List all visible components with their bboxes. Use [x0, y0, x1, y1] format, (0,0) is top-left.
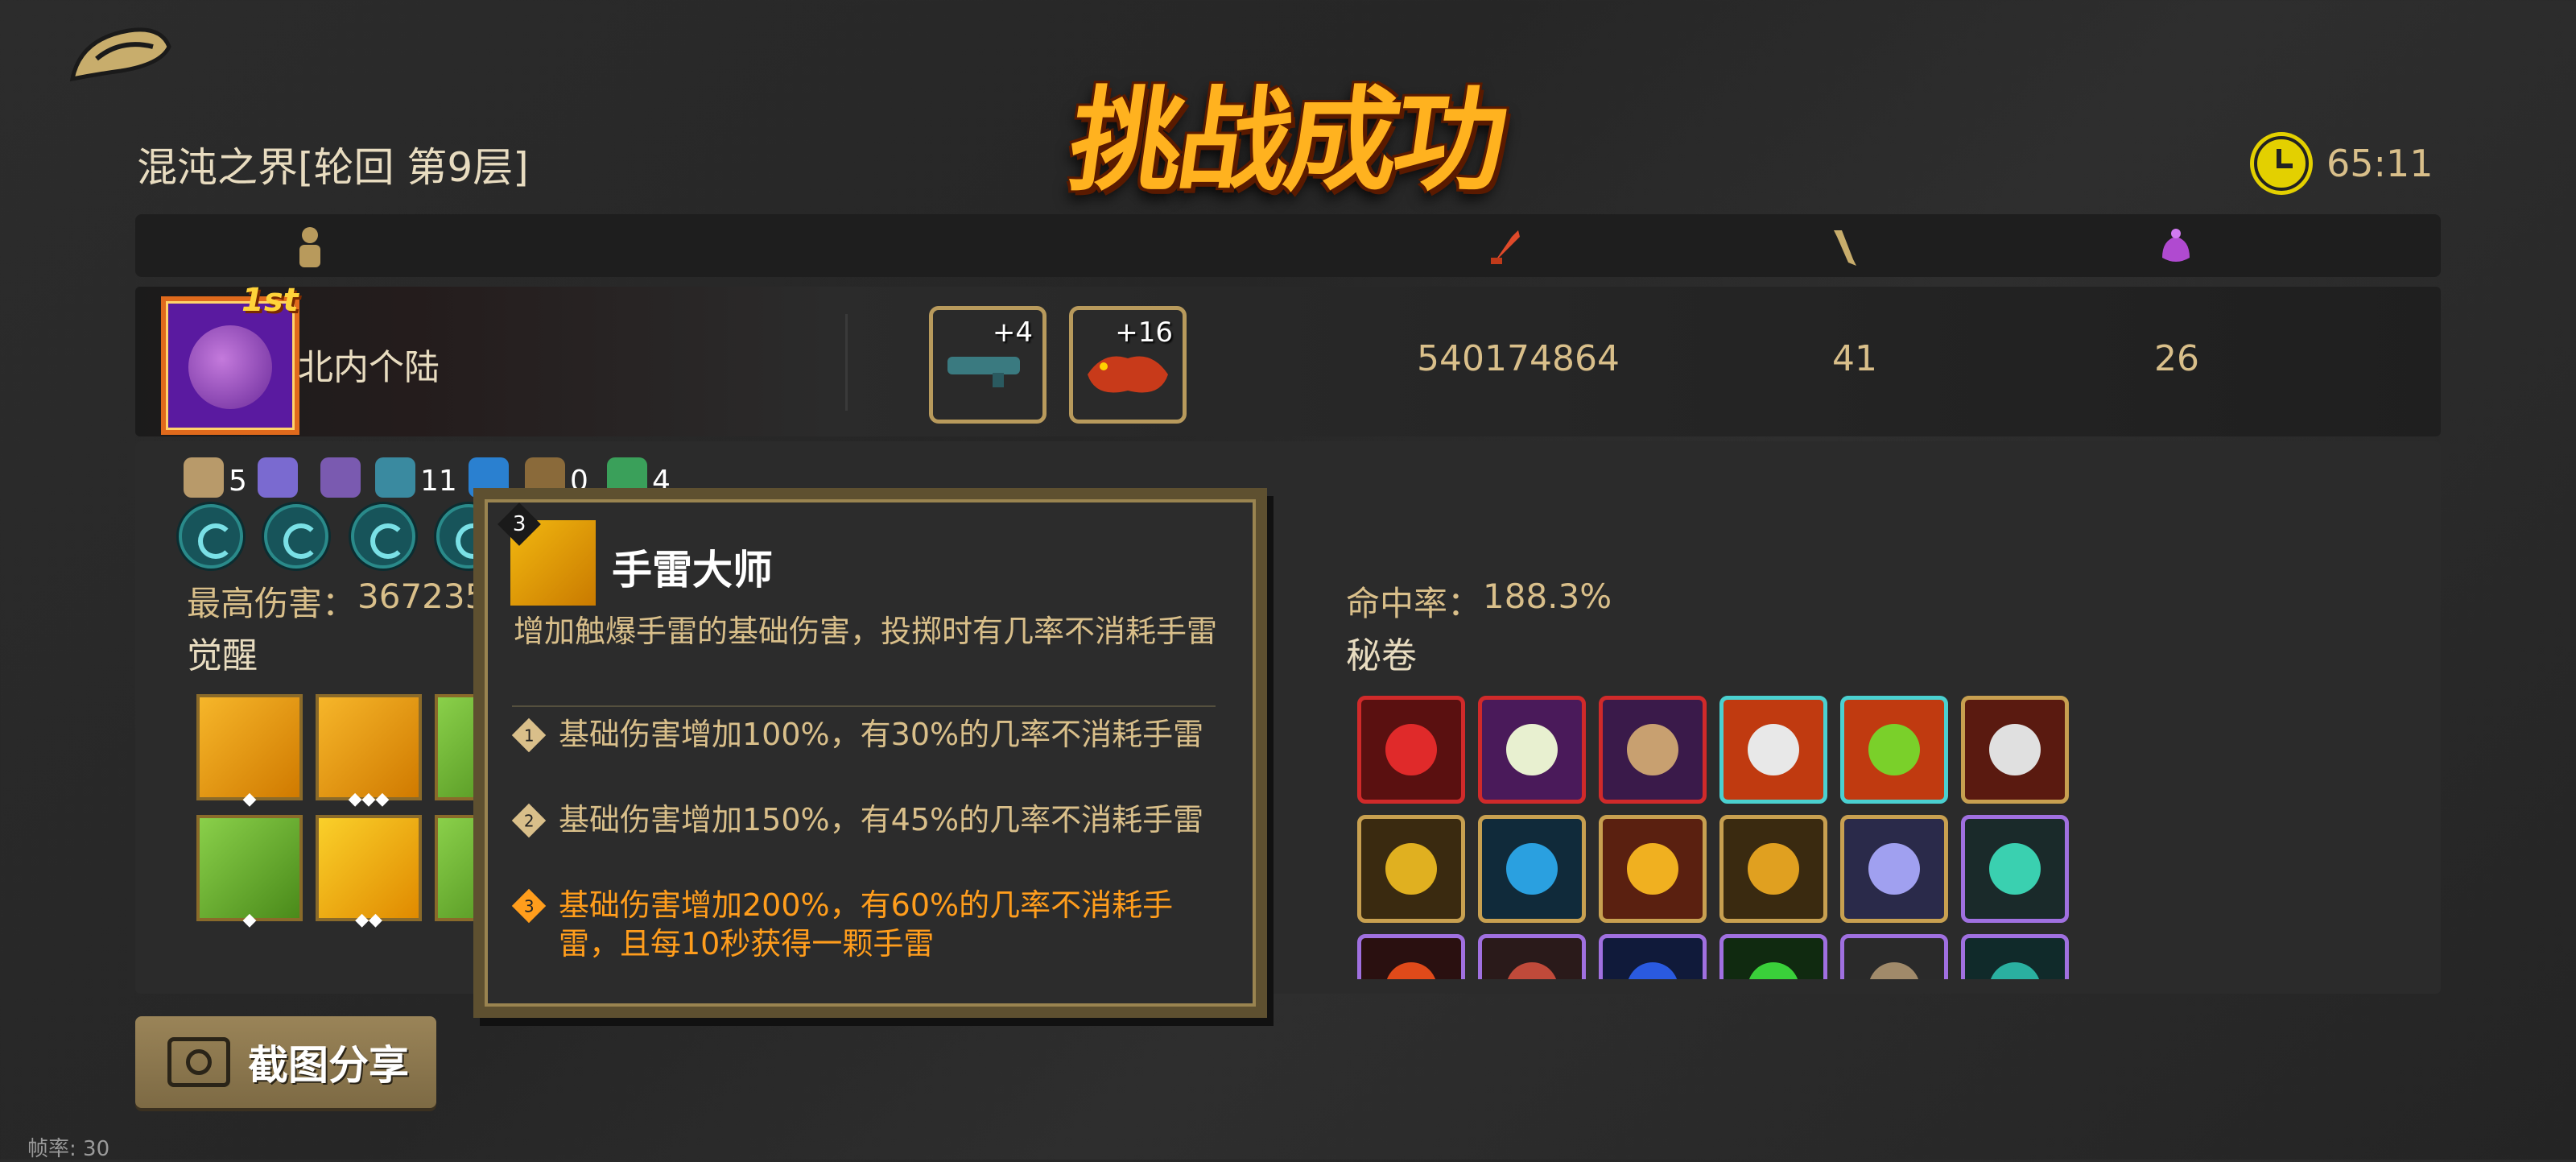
scroll-grid — [1357, 696, 2576, 979]
skill-orb[interactable] — [264, 504, 328, 569]
scroll-item[interactable] — [1961, 815, 2069, 923]
fps-counter: 帧率: 30 — [27, 1137, 110, 1161]
kills-value: 41 — [1832, 338, 1877, 379]
max-damage-label: 最高伤害： — [187, 584, 357, 623]
clock-icon — [2254, 136, 2309, 191]
scroll-item[interactable] — [1840, 934, 1948, 979]
level-effect: 基础伤害增加150%，有45%的几率不消耗手雷 — [559, 802, 1204, 837]
timer: 65:11 — [2254, 135, 2434, 192]
sword-axe-icon — [184, 457, 224, 498]
player-name: 北内个陆 — [298, 347, 440, 388]
resource-item: 5 — [184, 449, 247, 498]
awaken-skill[interactable]: ◆ — [196, 694, 303, 808]
resource-item — [320, 449, 365, 498]
hit-rate-value: 188.3% — [1483, 577, 1612, 616]
player-row — [135, 287, 2441, 436]
level-effect-active: 基础伤害增加200%，有60%的几率不消耗手雷，且每10秒获得一颗手雷 — [559, 887, 1174, 961]
scroll-item[interactable] — [1357, 815, 1465, 923]
rifle-icon — [947, 357, 1020, 387]
scroll-item[interactable] — [1478, 696, 1586, 804]
camera-icon — [167, 1037, 230, 1087]
scroll-item[interactable] — [1357, 696, 1465, 804]
scroll-item[interactable] — [1719, 696, 1827, 804]
hit-rate-label: 命中率： — [1346, 584, 1482, 623]
skill-name: 手雷大师 — [612, 547, 773, 593]
scroll-item[interactable] — [1840, 696, 1948, 804]
skill-description: 增加触爆手雷的基础伤害，投掷时有几率不消耗手雷 — [514, 614, 1218, 649]
scroll-item[interactable] — [1599, 696, 1707, 804]
gold-icon — [2162, 229, 2190, 262]
level-effect: 基础伤害增加100%，有30%的几率不消耗手雷 — [559, 717, 1204, 752]
tooltip-divider — [512, 705, 1216, 707]
awaken-skill[interactable]: ◆◆ — [316, 815, 422, 929]
share-label: 截图分享 — [248, 1042, 409, 1089]
scroll-item[interactable] — [1599, 934, 1707, 979]
gold-value: 26 — [2154, 338, 2199, 379]
scroll-item[interactable] — [1357, 934, 1465, 979]
stage-name: 混沌之界[轮回 第9层] — [137, 144, 529, 191]
scroll-item[interactable] — [1840, 815, 1948, 923]
scroll-item[interactable] — [1719, 934, 1827, 979]
awaken-skill[interactable]: ◆◆◆ — [316, 694, 422, 808]
scroll-item[interactable] — [1478, 815, 1586, 923]
scroll-item[interactable] — [1719, 815, 1827, 923]
weapon-level: +4 — [992, 316, 1033, 349]
statue-icon — [375, 457, 415, 498]
potion-icon — [320, 457, 361, 498]
scrolls-heading: 秘卷 — [1346, 635, 1417, 676]
skill-orb[interactable] — [351, 504, 415, 569]
stats-header — [135, 214, 2441, 277]
skill-orb[interactable] — [179, 504, 243, 569]
weapon-slot[interactable]: +4 — [929, 306, 1046, 424]
scroll-item[interactable] — [1961, 934, 2069, 979]
player-icon — [299, 227, 320, 267]
timer-value: 65:11 — [2326, 142, 2434, 185]
pet-level: +16 — [1115, 316, 1173, 349]
damage-icon — [1491, 230, 1520, 264]
rank-badge: 1st — [242, 282, 299, 319]
scroll-item[interactable] — [1478, 934, 1586, 979]
share-screenshot-button[interactable]: 截图分享 — [135, 1016, 436, 1108]
resource-item — [258, 449, 303, 498]
damage-value: 540174864 — [1417, 338, 1620, 379]
pet-slot[interactable]: +16 — [1069, 306, 1187, 424]
awaken-skill[interactable]: ◆ — [196, 815, 303, 929]
kills-icon — [1834, 230, 1856, 266]
scroll-item[interactable] — [1961, 696, 2069, 804]
crystal-icon — [258, 457, 298, 498]
awaken-heading: 觉醒 — [187, 635, 258, 676]
character-portrait — [188, 325, 272, 409]
scroll-item[interactable] — [1599, 815, 1707, 923]
row-divider — [845, 314, 848, 411]
resource-item: 11 — [375, 449, 457, 498]
